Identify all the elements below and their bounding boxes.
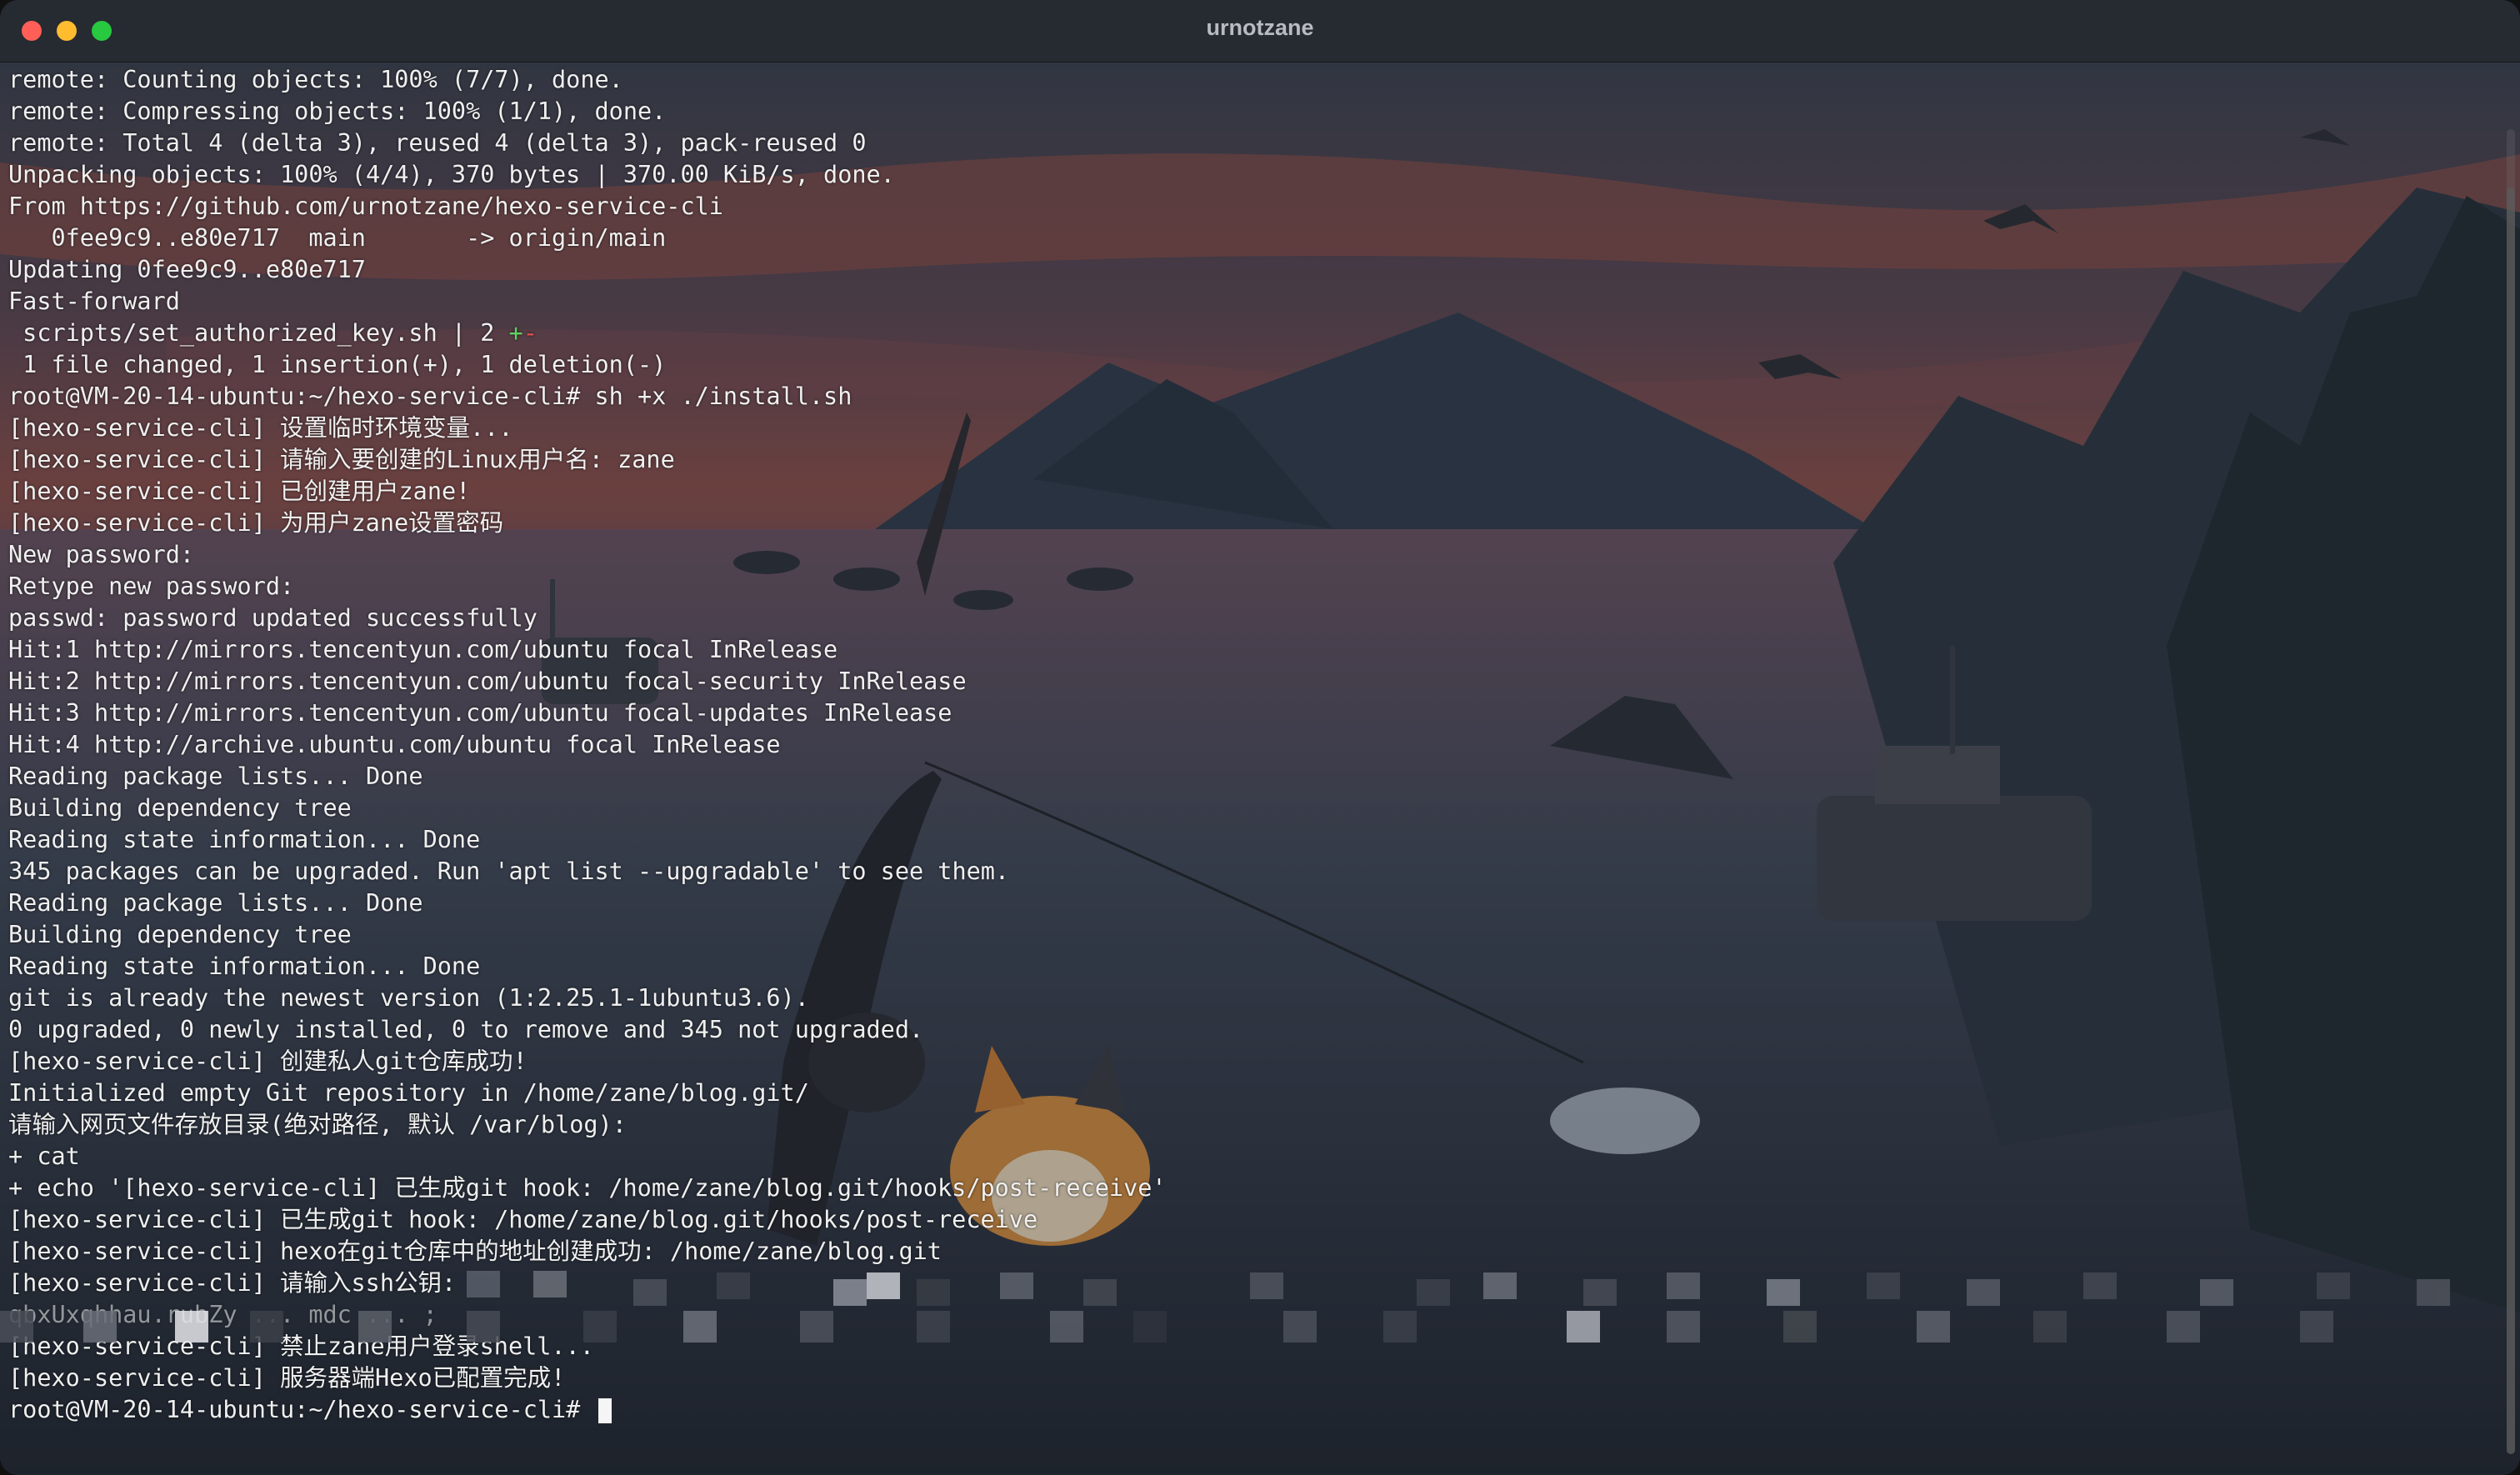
output-line: Reading package lists... Done xyxy=(8,889,423,917)
command-line: root@VM-20-14-ubuntu:~/hexo-service-cli#… xyxy=(8,382,852,410)
diffstat-file: scripts/set_authorized_key.sh | 2 xyxy=(8,319,509,347)
output-line: Initialized empty Git repository in /hom… xyxy=(8,1079,809,1107)
output-line: remote: Total 4 (delta 3), reused 4 (del… xyxy=(8,129,867,157)
output-line: 0 upgraded, 0 newly installed, 0 to remo… xyxy=(8,1016,924,1043)
output-line: 1 file changed, 1 insertion(+), 1 deleti… xyxy=(8,351,667,378)
output-line: 0fee9c9..e80e717 main -> origin/main xyxy=(8,224,667,252)
title-bar[interactable]: urnotzane xyxy=(0,0,2520,62)
output-line: [hexo-service-cli] 禁止zane用户登录shell... xyxy=(8,1332,594,1360)
output-line: Building dependency tree xyxy=(8,794,352,822)
output-line: [hexo-service-cli] 创建私人git仓库成功! xyxy=(8,1048,528,1075)
scrollbar-thumb[interactable] xyxy=(2507,188,2515,1454)
text-cursor xyxy=(598,1398,612,1423)
output-line: [hexo-service-cli] 服务器端Hexo已配置完成! xyxy=(8,1364,566,1392)
output-line: [hexo-service-cli] 已创建用户zane! xyxy=(8,478,471,505)
output-line: + echo '[hexo-service-cli] 已生成git hook: … xyxy=(8,1174,1167,1202)
output-line: Reading state information... Done xyxy=(8,826,481,853)
redacted-key-line: qbxUxqhhau.rubZy ... mdc ... ; xyxy=(8,1301,438,1328)
shell-prompt: root@VM-20-14-ubuntu:~/hexo-service-cli# xyxy=(8,1396,595,1423)
output-line: git is already the newest version (1:2.2… xyxy=(8,984,809,1012)
vertical-scrollbar[interactable] xyxy=(2507,129,2515,1454)
output-line: [hexo-service-cli] 已生成git hook: /home/za… xyxy=(8,1206,1038,1233)
output-line: Fast-forward xyxy=(8,288,180,315)
output-line: [hexo-service-cli] 为用户zane设置密码 xyxy=(8,509,504,537)
output-line: Hit:2 http://mirrors.tencentyun.com/ubun… xyxy=(8,668,967,695)
terminal-content[interactable]: remote: Counting objects: 100% (7/7), do… xyxy=(0,62,2520,1475)
output-line: Hit:3 http://mirrors.tencentyun.com/ubun… xyxy=(8,699,952,727)
output-line: Reading state information... Done xyxy=(8,952,481,980)
output-line: Building dependency tree xyxy=(8,921,352,948)
terminal-window: urnotzane remote: Counting objects: 100%… xyxy=(0,0,2520,1475)
output-line: From https://github.com/urnotzane/hexo-s… xyxy=(8,192,723,220)
output-line: [hexo-service-cli] 请输入要创建的Linux用户名: zane xyxy=(8,446,675,473)
output-line: New password: xyxy=(8,541,195,568)
output-line: Reading package lists... Done xyxy=(8,762,423,790)
output-line: passwd: password updated successfully xyxy=(8,604,538,632)
diffstat-minus: - xyxy=(522,319,538,347)
terminal-output[interactable]: remote: Counting objects: 100% (7/7), do… xyxy=(8,64,2475,1426)
output-line: Hit:1 http://mirrors.tencentyun.com/ubun… xyxy=(8,636,838,663)
output-line: [hexo-service-cli] 设置临时环境变量... xyxy=(8,414,513,442)
output-line: 345 packages can be upgraded. Run 'apt l… xyxy=(8,858,1010,885)
window-title: urnotzane xyxy=(1206,15,1314,40)
output-line: Hit:4 http://archive.ubuntu.com/ubuntu f… xyxy=(8,731,781,758)
output-line: [hexo-service-cli] 请输入ssh公钥: xyxy=(8,1269,457,1297)
output-line: remote: Counting objects: 100% (7/7), do… xyxy=(8,66,623,93)
prompt-line[interactable]: root@VM-20-14-ubuntu:~/hexo-service-cli# xyxy=(8,1394,2475,1426)
output-line: [hexo-service-cli] hexo在git仓库中的地址创建成功: /… xyxy=(8,1238,942,1265)
output-line: Updating 0fee9c9..e80e717 xyxy=(8,256,366,283)
output-line: remote: Compressing objects: 100% (1/1),… xyxy=(8,98,667,125)
diffstat-plus: + xyxy=(508,319,523,347)
diffstat-line: scripts/set_authorized_key.sh | 2 +- xyxy=(8,318,2475,349)
output-line: + cat xyxy=(8,1142,80,1170)
output-line: 请输入网页文件存放目录(绝对路径, 默认 /var/blog): xyxy=(8,1111,627,1138)
output-line: Unpacking objects: 100% (4/4), 370 bytes… xyxy=(8,161,895,188)
output-line: Retype new password: xyxy=(8,572,295,600)
